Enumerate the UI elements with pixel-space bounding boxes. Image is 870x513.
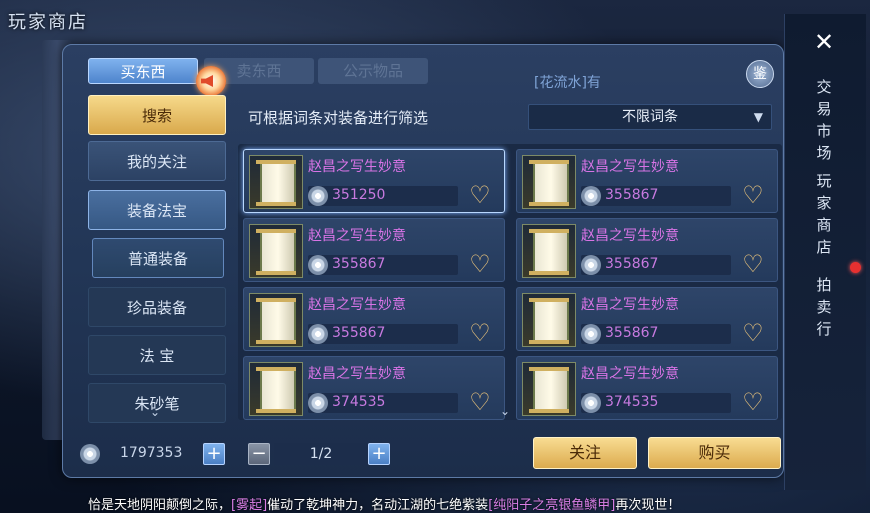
menu-treasure[interactable]: 法 宝 [88, 335, 226, 375]
coin-icon [581, 393, 601, 413]
heart-icon[interactable]: ♡ [466, 252, 494, 276]
appraise-button[interactable]: 鉴 [746, 60, 774, 88]
item-card[interactable]: 赵昌之写生妙意 355867 ♡ [516, 287, 778, 351]
item-name: 赵昌之写生妙意 [308, 228, 406, 244]
coin-icon [581, 324, 601, 344]
item-price: 374535 [605, 394, 659, 410]
follow-button[interactable]: 关注 [533, 437, 637, 469]
price-bar: 355867 [581, 186, 731, 206]
search-button[interactable]: 搜索 [88, 95, 226, 135]
broadcast-text: 再次现世！ [615, 498, 681, 513]
close-icon[interactable]: ✕ [812, 30, 836, 54]
price-bar: 355867 [581, 255, 731, 275]
nav-player-shop[interactable]: 玩家商店 [812, 170, 836, 258]
coin-icon [308, 255, 328, 275]
chevron-down-icon: ▼ [753, 110, 763, 124]
heart-icon[interactable]: ♡ [739, 390, 767, 414]
item-scroll-icon [249, 155, 303, 209]
item-price: 355867 [332, 325, 386, 341]
price-bar: 374535 [581, 393, 731, 413]
price-bar: 355867 [581, 324, 731, 344]
broadcast-tag: [雾起] [231, 498, 268, 513]
tab-public-items[interactable]: 公示物品 [318, 58, 428, 84]
item-price: 355867 [332, 256, 386, 272]
menu-normal-equipment[interactable]: 普通装备 [92, 238, 224, 278]
item-card[interactable]: 赵昌之写生妙意 355867 ♡ [516, 218, 778, 282]
recharge-plus-button[interactable]: + [203, 443, 225, 465]
coin-icon [308, 186, 328, 206]
price-bar: 355867 [308, 255, 458, 275]
item-price: 351250 [332, 187, 386, 203]
coin-icon [80, 444, 100, 464]
window-title: 玩家商店 [8, 12, 88, 33]
item-scroll-icon [522, 362, 576, 416]
nav-auction-house[interactable]: 拍卖行 [812, 274, 836, 340]
coin-icon [308, 393, 328, 413]
item-name: 赵昌之写生妙意 [581, 228, 679, 244]
filter-selected: 不限词条 [622, 109, 678, 125]
item-price: 355867 [605, 325, 659, 341]
menu-rare-equipment[interactable]: 珍品装备 [88, 287, 226, 327]
filter-dropdown[interactable]: 不限词条 ▼ [528, 104, 772, 130]
coin-icon [581, 186, 601, 206]
item-scroll-icon [522, 155, 576, 209]
wallet-balance: 1797353 [120, 445, 183, 461]
item-card[interactable]: 赵昌之写生妙意 374535 ♡ [243, 356, 505, 420]
system-broadcast: 恰是天地阴阳颠倒之际，[雾起]催动了乾坤神力，名动江湖的七绝紫装[纯阳子之亮银鱼… [88, 494, 680, 513]
item-name: 赵昌之写生妙意 [581, 159, 679, 175]
price-bar: 351250 [308, 186, 458, 206]
item-scroll-icon [522, 293, 576, 347]
item-card[interactable]: 赵昌之写生妙意 355867 ♡ [516, 149, 778, 213]
heart-icon[interactable]: ♡ [739, 183, 767, 207]
menu-equipment-treasure[interactable]: 装备法宝 [88, 190, 226, 230]
item-scroll-icon [249, 362, 303, 416]
heart-icon[interactable]: ♡ [466, 321, 494, 345]
price-bar: 374535 [308, 393, 458, 413]
page-next-button[interactable]: + [368, 443, 390, 465]
page-prev-button[interactable]: − [248, 443, 270, 465]
notification-dot [850, 262, 861, 273]
item-card[interactable]: 赵昌之写生妙意 351250 ♡ [243, 149, 505, 213]
scroll-more-chevron-icon[interactable]: ⌄ [500, 404, 510, 418]
item-scroll-icon [249, 224, 303, 278]
item-name: 赵昌之写生妙意 [581, 366, 679, 382]
item-card[interactable]: 赵昌之写生妙意 374535 ♡ [516, 356, 778, 420]
item-card[interactable]: 赵昌之写生妙意 355867 ♡ [243, 287, 505, 351]
broadcast-text: 催动了乾坤神力，名动江湖的七绝紫装 [267, 498, 489, 513]
menu-my-follows[interactable]: 我的关注 [88, 141, 226, 181]
item-name: 赵昌之写生妙意 [308, 297, 406, 313]
item-price: 355867 [605, 256, 659, 272]
heart-icon[interactable]: ♡ [739, 321, 767, 345]
page-indicator: 1/2 [274, 443, 368, 465]
price-bar: 355867 [308, 324, 458, 344]
broadcast-text: 恰是天地阴阳颠倒之际， [88, 498, 232, 513]
broadcast-item-tag: [纯阳子之亮银鱼鳞甲] [488, 498, 616, 513]
buy-button[interactable]: 购买 [648, 437, 781, 469]
item-price: 355867 [605, 187, 659, 203]
item-name: 赵昌之写生妙意 [308, 366, 406, 382]
heart-icon[interactable]: ♡ [739, 252, 767, 276]
chevron-down-icon[interactable]: ⌄ [150, 405, 160, 419]
coin-icon [581, 255, 601, 275]
nav-trade-market[interactable]: 交易市场 [812, 76, 836, 164]
item-price: 374535 [332, 394, 386, 410]
item-scroll-icon [522, 224, 576, 278]
item-name: 赵昌之写生妙意 [581, 297, 679, 313]
heart-icon[interactable]: ♡ [466, 390, 494, 414]
heart-icon[interactable]: ♡ [466, 183, 494, 207]
item-scroll-icon [249, 293, 303, 347]
item-name: 赵昌之写生妙意 [308, 159, 406, 175]
announcement-marquee: [花流水]有 [534, 75, 601, 91]
filter-label: 可根据词条对装备进行筛选 [248, 109, 429, 127]
item-card[interactable]: 赵昌之写生妙意 355867 ♡ [243, 218, 505, 282]
coin-icon [308, 324, 328, 344]
tab-buy[interactable]: 买东西 [88, 58, 198, 84]
announcement-horn-icon[interactable] [196, 66, 226, 96]
